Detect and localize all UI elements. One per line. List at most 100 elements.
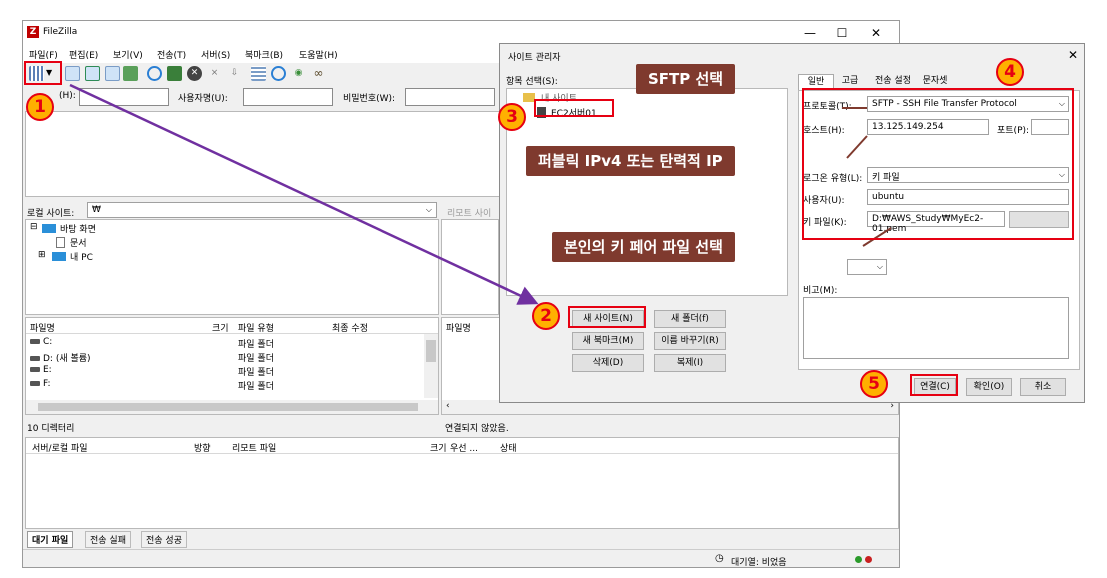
col-status[interactable]: 상태 bbox=[500, 441, 517, 454]
local-site-label: 로컬 사이트: bbox=[27, 209, 75, 219]
search-icon[interactable] bbox=[271, 66, 286, 81]
window-title: FileZilla bbox=[43, 27, 78, 37]
transfer-queue-icon[interactable] bbox=[123, 66, 138, 81]
col-direction[interactable]: 방향 bbox=[194, 441, 211, 454]
comment-label: 비고(M): bbox=[803, 286, 838, 296]
highlight-settings bbox=[802, 88, 1074, 240]
host-label: (H): bbox=[59, 91, 76, 101]
local-tree: ⊟ 바탕 화면 문서 ⊞ 내 PC bbox=[25, 219, 439, 315]
activity-green-icon bbox=[855, 556, 862, 563]
list-item[interactable]: E: 파일 폴더 bbox=[26, 364, 438, 378]
col-type[interactable]: 파일 유형 bbox=[238, 321, 274, 334]
activity-red-icon bbox=[865, 556, 872, 563]
step-badge-1: 1 bbox=[26, 93, 54, 121]
background-color-select[interactable]: ⌵ bbox=[847, 259, 887, 275]
col-size[interactable]: 크기 bbox=[212, 321, 229, 334]
highlight-site-entry bbox=[534, 99, 614, 117]
new-bookmark-button[interactable]: 새 북마크(M) bbox=[572, 332, 644, 350]
col-size[interactable]: 크기 bbox=[430, 441, 447, 454]
col-priority[interactable]: 우선 ... bbox=[450, 441, 478, 454]
step-badge-4: 4 bbox=[996, 58, 1024, 86]
tree-item-my-pc[interactable]: ⊞ 내 PC bbox=[26, 249, 438, 263]
remote-tree-icon[interactable] bbox=[105, 66, 120, 81]
status-bar: ◷ 대기열: 비었음 bbox=[23, 549, 899, 568]
vertical-scrollbar[interactable] bbox=[424, 334, 438, 398]
col-remote-file[interactable]: 리모트 파일 bbox=[232, 441, 276, 454]
local-status: 10 디렉터리 bbox=[27, 424, 75, 434]
sync-browse-icon[interactable]: ◉ bbox=[291, 66, 306, 81]
user-label: 사용자명(U): bbox=[178, 94, 228, 104]
tab-successful-transfers[interactable]: 전송 성공 bbox=[141, 531, 187, 548]
select-entry-label: 항목 선택(S): bbox=[506, 77, 558, 87]
duplicate-button[interactable]: 복제(I) bbox=[654, 354, 726, 372]
delete-button[interactable]: 삭제(D) bbox=[572, 354, 644, 372]
col-modified[interactable]: 최종 수정 bbox=[332, 321, 368, 334]
desktop-folder-icon bbox=[42, 224, 56, 233]
site-tree: 내 사이트 EC2서버01 bbox=[506, 88, 788, 296]
col-name[interactable]: 파일명 bbox=[30, 321, 55, 334]
new-folder-button[interactable]: 새 폴더(f) bbox=[654, 310, 726, 328]
rename-button[interactable]: 이름 바꾸기(R) bbox=[654, 332, 726, 350]
cancel-button[interactable]: 취소 bbox=[1020, 378, 1066, 396]
remote-tree bbox=[441, 219, 499, 315]
file-list-header: 파일명 크기 파일 유형 최종 수정 bbox=[26, 318, 438, 334]
local-site-path[interactable]: ₩ ⌵ bbox=[87, 202, 437, 218]
cancel-icon[interactable]: ✕ bbox=[187, 66, 202, 81]
maximize-button[interactable]: ☐ bbox=[827, 25, 857, 41]
col-name[interactable]: 파일명 bbox=[446, 321, 471, 334]
callout-ip: 퍼블릭 IPv4 또는 탄력적 IP bbox=[526, 146, 735, 176]
filter-icon[interactable] bbox=[251, 66, 266, 81]
disconnect-icon[interactable]: ⨯ bbox=[207, 66, 222, 81]
menu-view[interactable]: 보기(V) bbox=[113, 48, 143, 61]
drive-icon bbox=[30, 381, 40, 386]
chevron-down-icon[interactable]: ⌵ bbox=[426, 205, 432, 215]
highlight-toolbar-button bbox=[24, 61, 62, 85]
tab-failed-transfers[interactable]: 전송 실패 bbox=[85, 531, 131, 548]
menu-edit[interactable]: 편집(E) bbox=[69, 48, 98, 61]
refresh-icon[interactable] bbox=[147, 66, 162, 81]
col-server-file[interactable]: 서버/로컬 파일 bbox=[32, 441, 88, 454]
tab-queued-files[interactable]: 대기 파일 bbox=[27, 531, 74, 548]
list-item[interactable]: D: (새 볼륨) 파일 폴더 bbox=[26, 350, 438, 364]
highlight-new-site bbox=[568, 306, 646, 328]
ok-button[interactable]: 확인(O) bbox=[966, 378, 1012, 396]
queue-header: 서버/로컬 파일 방향 리모트 파일 크기 우선 ... 상태 bbox=[26, 438, 898, 454]
bottom-tabs: 대기 파일 전송 실패 전송 성공 bbox=[25, 529, 325, 548]
local-file-list: 파일명 크기 파일 유형 최종 수정 C: 파일 폴더 D: (새 볼륨) 파일… bbox=[25, 317, 439, 415]
chevron-down-icon[interactable]: ⌵ bbox=[877, 262, 883, 272]
quick-user-input[interactable] bbox=[243, 88, 333, 106]
filezilla-logo-icon: Z bbox=[27, 26, 39, 38]
list-item[interactable]: C: 파일 폴더 bbox=[26, 336, 438, 350]
binoculars-icon[interactable]: ∞ bbox=[311, 66, 326, 81]
quick-password-input[interactable] bbox=[405, 88, 495, 106]
clock-icon: ◷ bbox=[715, 553, 724, 564]
drive-icon bbox=[30, 339, 40, 344]
highlight-connect bbox=[910, 374, 958, 396]
message-log-icon[interactable] bbox=[65, 66, 80, 81]
close-button[interactable]: ✕ bbox=[861, 25, 891, 41]
process-queue-icon[interactable] bbox=[167, 66, 182, 81]
menu-server[interactable]: 서버(S) bbox=[201, 48, 230, 61]
tree-item-documents[interactable]: 문서 bbox=[26, 235, 438, 249]
step-badge-3: 3 bbox=[498, 103, 526, 131]
queue-status: 대기열: 비었음 bbox=[731, 558, 787, 568]
step-badge-5: 5 bbox=[860, 370, 888, 398]
menu-file[interactable]: 파일(F) bbox=[29, 48, 58, 61]
close-icon[interactable]: ✕ bbox=[1068, 48, 1078, 62]
menu-help[interactable]: 도움말(H) bbox=[299, 48, 338, 61]
menu-bookmark[interactable]: 북마크(B) bbox=[245, 48, 283, 61]
reconnect-icon[interactable]: ⇩ bbox=[227, 66, 242, 81]
callout-sftp: SFTP 선택 bbox=[636, 64, 736, 94]
remote-site-label: 리모트 사이 bbox=[447, 209, 492, 219]
comment-textarea[interactable] bbox=[803, 297, 1069, 359]
local-tree-icon[interactable] bbox=[85, 66, 100, 81]
horizontal-scrollbar[interactable] bbox=[26, 400, 438, 414]
menu-transfer[interactable]: 전송(T) bbox=[157, 48, 186, 61]
step-badge-2: 2 bbox=[532, 302, 560, 330]
minimize-button[interactable]: — bbox=[795, 25, 825, 41]
tree-item-desktop[interactable]: ⊟ 바탕 화면 bbox=[26, 221, 438, 235]
remote-status: 연결되지 않았음. bbox=[445, 424, 509, 434]
computer-icon bbox=[52, 252, 66, 261]
quick-host-input[interactable] bbox=[79, 88, 169, 106]
list-item[interactable]: F: 파일 폴더 bbox=[26, 378, 438, 392]
